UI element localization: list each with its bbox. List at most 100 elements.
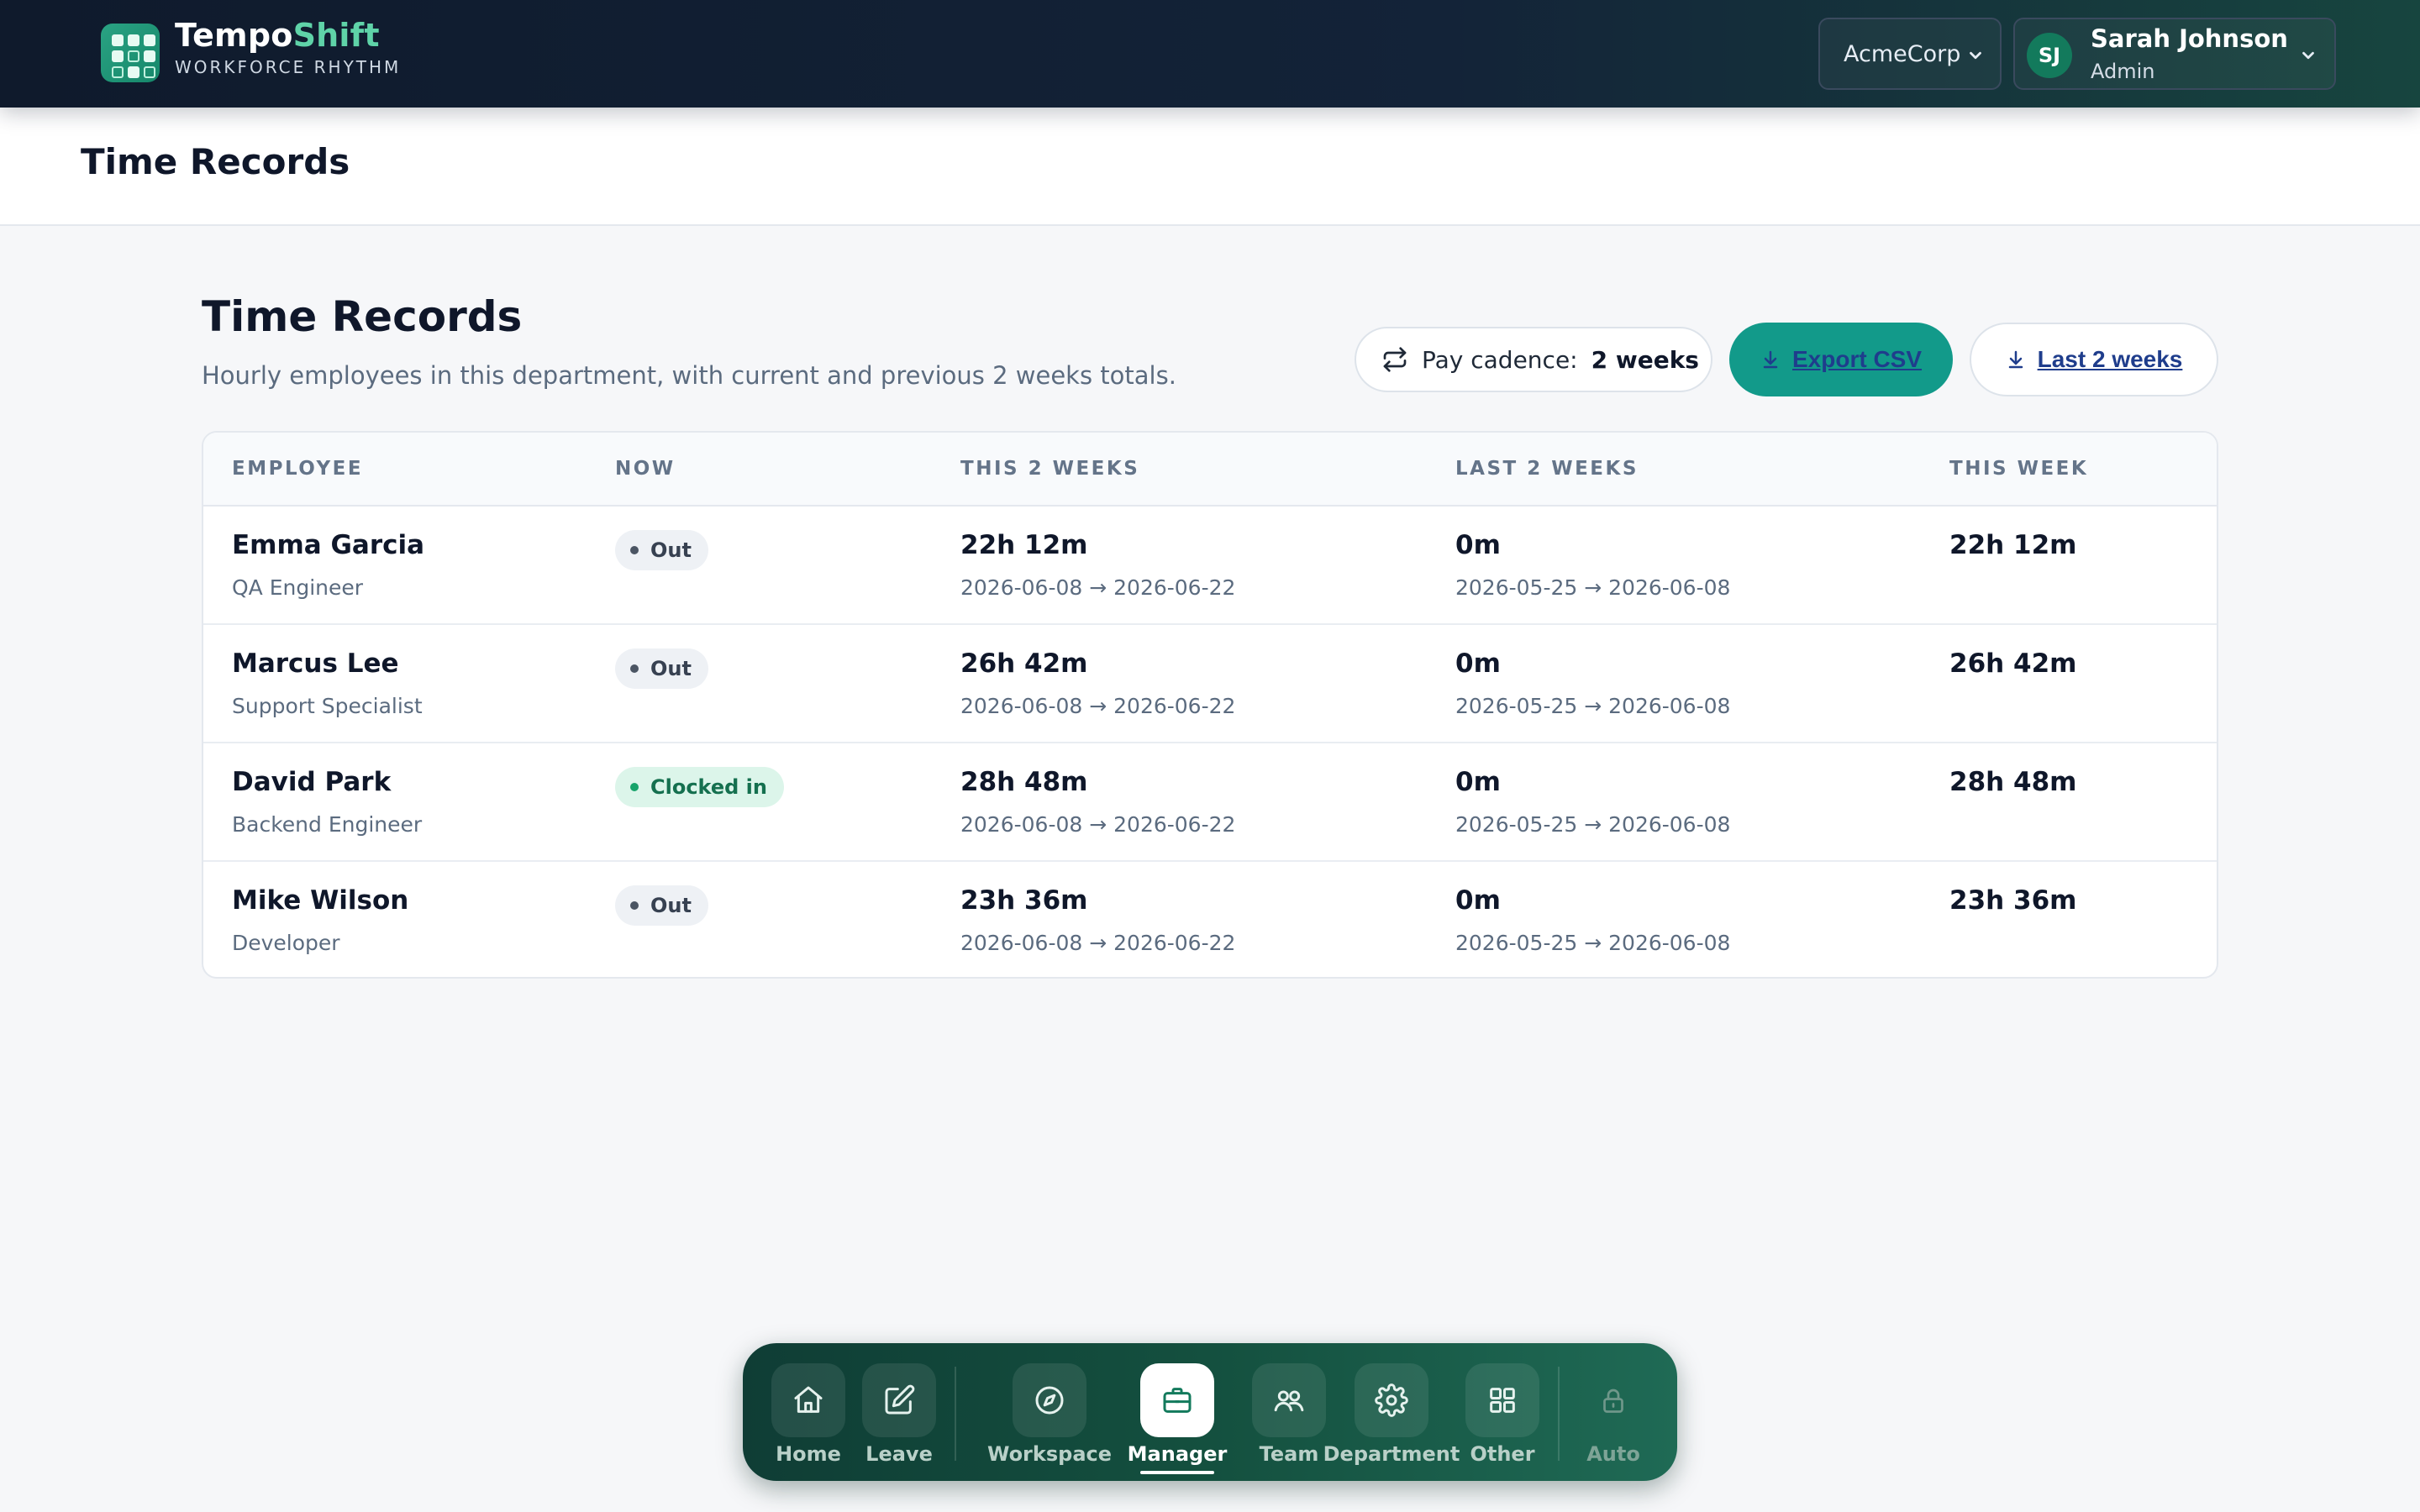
time-records-table: EMPLOYEE NOW THIS 2 WEEKS LAST 2 WEEKS T… xyxy=(202,431,2218,979)
pay-cadence-value: 2 weeks xyxy=(1591,345,1699,374)
bottom-nav: Home Leave Workspace Manager Team Depart… xyxy=(743,1343,1677,1481)
page-header: Time Records xyxy=(0,108,2420,226)
status-label: Clocked in xyxy=(650,775,767,799)
column-header-this-2-weeks[interactable]: THIS 2 WEEKS xyxy=(960,458,1139,480)
this-2-weeks-range: 2026-06-08 → 2026-06-22 xyxy=(960,575,1236,600)
status-dot-icon xyxy=(630,783,639,791)
table-header: EMPLOYEE NOW THIS 2 WEEKS LAST 2 WEEKS T… xyxy=(203,433,2217,507)
this-2-weeks-range: 2026-06-08 → 2026-06-22 xyxy=(960,694,1236,718)
column-header-employee[interactable]: EMPLOYEE xyxy=(232,458,363,480)
last-2-weeks-range: 2026-05-25 → 2026-06-08 xyxy=(1455,812,1731,837)
last-2-weeks-label: Last 2 weeks xyxy=(2037,346,2183,372)
nav-item-other[interactable]: Other xyxy=(1462,1363,1543,1466)
active-indicator xyxy=(1140,1471,1214,1474)
nav-label: Department xyxy=(1323,1442,1460,1466)
user-menu[interactable]: SJ Sarah Johnson Admin xyxy=(2013,18,2336,90)
top-bar: TempoShift WORKFORCE RHYTHM AcmeCorp SJ … xyxy=(0,0,2420,108)
this-week-total: 22h 12m xyxy=(1949,530,2077,560)
org-select[interactable]: AcmeCorp xyxy=(1818,18,2002,90)
employee-role: Support Specialist xyxy=(232,694,423,718)
nav-item-home[interactable]: Home xyxy=(768,1363,849,1466)
status-badge: Clocked in xyxy=(615,767,784,807)
last-2-weeks-range: 2026-05-25 → 2026-06-08 xyxy=(1455,575,1731,600)
edit-icon xyxy=(862,1363,936,1437)
brand-name: TempoShift xyxy=(175,17,380,54)
employee-name: Marcus Lee xyxy=(232,648,399,679)
this-2-weeks-total: 23h 36m xyxy=(960,885,1088,916)
status-badge: Out xyxy=(615,530,708,570)
last-2-weeks-button[interactable]: Last 2 weeks xyxy=(1970,323,2218,396)
employee-name: Emma Garcia xyxy=(232,530,425,560)
nav-label: Workspace xyxy=(986,1442,1113,1466)
grid-icon xyxy=(1465,1363,1539,1437)
nav-item-workspace[interactable]: Workspace xyxy=(970,1363,1129,1466)
last-2-weeks-total: 0m xyxy=(1455,530,1501,560)
column-header-last-2-weeks[interactable]: LAST 2 WEEKS xyxy=(1455,458,1639,480)
last-2-weeks-range: 2026-05-25 → 2026-06-08 xyxy=(1455,931,1731,955)
this-week-total: 23h 36m xyxy=(1949,885,2077,916)
table-row[interactable]: Marcus Lee Support Specialist Out 26h 42… xyxy=(203,625,2217,743)
employee-name: Mike Wilson xyxy=(232,885,409,916)
column-header-now[interactable]: NOW xyxy=(615,458,676,480)
nav-item-department[interactable]: Department xyxy=(1309,1363,1474,1466)
this-2-weeks-total: 28h 48m xyxy=(960,767,1088,797)
section-subtitle: Hourly employees in this department, wit… xyxy=(202,361,1176,390)
nav-label: Home xyxy=(776,1442,841,1466)
this-2-weeks-range: 2026-06-08 → 2026-06-22 xyxy=(960,931,1236,955)
nav-label: Leave xyxy=(865,1442,933,1466)
download-icon xyxy=(2008,350,2023,369)
nav-divider xyxy=(1558,1367,1560,1461)
home-icon xyxy=(771,1363,845,1437)
employee-name: David Park xyxy=(232,767,392,797)
chevron-down-icon xyxy=(1970,51,1981,60)
chevron-down-icon xyxy=(2302,51,2314,60)
this-2-weeks-total: 22h 12m xyxy=(960,530,1088,560)
table-row[interactable]: Emma Garcia QA Engineer Out 22h 12m 2026… xyxy=(203,507,2217,625)
this-week-total: 26h 42m xyxy=(1949,648,2077,679)
status-label: Out xyxy=(650,538,692,562)
compass-icon xyxy=(1013,1363,1086,1437)
status-dot-icon xyxy=(630,546,639,554)
this-2-weeks-total: 26h 42m xyxy=(960,648,1088,679)
app-logo-icon[interactable] xyxy=(101,24,160,82)
export-csv-label: Export CSV xyxy=(1791,346,1923,372)
table-row[interactable]: Mike Wilson Developer Out 23h 36m 2026-0… xyxy=(203,862,2217,977)
repeat-icon xyxy=(1383,347,1407,372)
last-2-weeks-total: 0m xyxy=(1455,767,1501,797)
employee-role: Backend Engineer xyxy=(232,812,423,837)
brand[interactable]: TempoShift WORKFORCE RHYTHM xyxy=(175,17,401,77)
page-title: Time Records xyxy=(81,141,350,182)
export-csv-button[interactable]: Export CSV xyxy=(1729,323,1953,396)
last-2-weeks-total: 0m xyxy=(1455,885,1501,916)
briefcase-icon xyxy=(1140,1363,1214,1437)
table-row[interactable]: David Park Backend Engineer Clocked in 2… xyxy=(203,743,2217,862)
user-name: Sarah Johnson xyxy=(2091,24,2288,53)
status-badge: Out xyxy=(615,648,708,689)
nav-item-leave[interactable]: Leave xyxy=(859,1363,939,1466)
gear-icon xyxy=(1355,1363,1428,1437)
last-2-weeks-range: 2026-05-25 → 2026-06-08 xyxy=(1455,694,1731,718)
user-role: Admin xyxy=(2091,60,2155,83)
employee-role: Developer xyxy=(232,931,340,955)
this-week-total: 28h 48m xyxy=(1949,767,2077,797)
pay-cadence-pill[interactable]: Pay cadence: 2 weeks xyxy=(1355,327,1712,392)
lock-icon xyxy=(1576,1363,1650,1437)
org-select-value: AcmeCorp xyxy=(1844,40,1961,67)
status-label: Out xyxy=(650,657,692,680)
this-2-weeks-range: 2026-06-08 → 2026-06-22 xyxy=(960,812,1236,837)
employee-role: QA Engineer xyxy=(232,575,364,600)
status-dot-icon xyxy=(630,664,639,673)
download-icon xyxy=(1763,350,1778,369)
section-title: Time Records xyxy=(202,292,523,341)
nav-label: Other xyxy=(1470,1442,1535,1466)
status-badge: Out xyxy=(615,885,708,926)
last-2-weeks-total: 0m xyxy=(1455,648,1501,679)
nav-item-auto[interactable]: Auto xyxy=(1573,1363,1654,1466)
nav-label: Auto xyxy=(1586,1442,1640,1466)
status-label: Out xyxy=(650,894,692,917)
brand-tagline: WORKFORCE RHYTHM xyxy=(175,57,402,77)
avatar: SJ xyxy=(2027,33,2072,78)
pay-cadence-label: Pay cadence: xyxy=(1422,345,1578,374)
column-header-this-week[interactable]: THIS WEEK xyxy=(1949,458,2088,480)
nav-divider xyxy=(955,1367,956,1461)
